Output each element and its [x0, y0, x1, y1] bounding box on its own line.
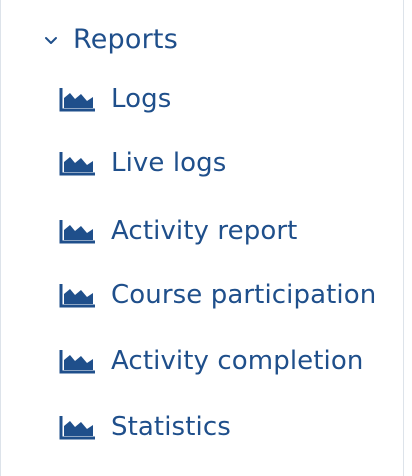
nav-item-label: Activity completion: [111, 346, 364, 376]
area-chart-icon: [59, 148, 99, 178]
nav-item-live-logs[interactable]: Live logs: [59, 138, 226, 188]
area-chart-icon: [59, 216, 99, 246]
reports-section-label: Reports: [73, 24, 178, 55]
area-chart-icon: [59, 84, 99, 114]
nav-item-label: Activity report: [111, 216, 298, 246]
reports-section-toggle[interactable]: Reports: [41, 20, 178, 60]
nav-item-activity-completion[interactable]: Activity completion: [59, 336, 363, 386]
nav-item-label: Logs: [111, 84, 172, 114]
nav-item-label: Course participation: [111, 280, 377, 310]
nav-item-activity-report[interactable]: Activity report: [59, 206, 297, 256]
area-chart-icon: [59, 280, 99, 310]
nav-item-statistics[interactable]: Statistics: [59, 402, 231, 452]
reports-nav-panel: Reports Logs Live logs Activity report C…: [0, 0, 404, 476]
area-chart-icon: [59, 412, 99, 442]
nav-item-label: Live logs: [111, 148, 227, 178]
nav-item-course-participation[interactable]: Course participation: [59, 270, 376, 320]
chevron-down-icon: [41, 30, 61, 50]
nav-item-label: Statistics: [111, 412, 231, 442]
area-chart-icon: [59, 346, 99, 376]
nav-item-logs[interactable]: Logs: [59, 74, 171, 124]
